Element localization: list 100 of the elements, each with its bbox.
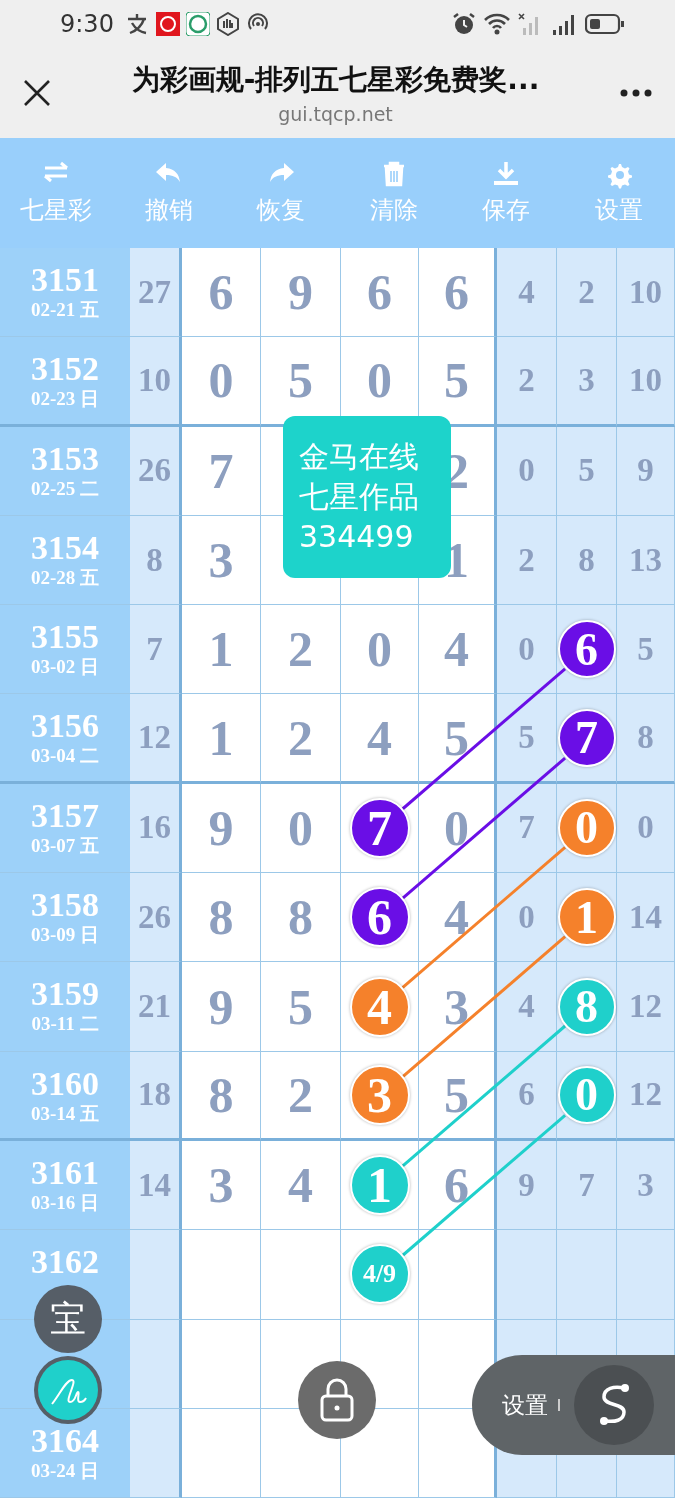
table-cell: 16 <box>130 783 182 874</box>
issue-number: 3160 <box>31 1066 99 1101</box>
table-cell: 8 <box>557 515 617 606</box>
issue-number: 3155 <box>31 620 99 655</box>
table-cell: 8 <box>182 1051 261 1141</box>
table-cell: 8 <box>617 694 675 784</box>
issue-number: 3161 <box>31 1155 99 1190</box>
table-cell: 6 <box>497 1051 557 1141</box>
table-cell: 4 <box>497 962 557 1052</box>
table-cell: 9 <box>497 1140 557 1231</box>
issue-date: 02-21 五 <box>30 298 100 322</box>
table-cell: 4 <box>261 1140 341 1231</box>
toolbar-button[interactable]: 设置 <box>562 156 675 230</box>
table-cell: 3 <box>182 515 261 606</box>
table-cell: 8 <box>261 873 341 963</box>
issue-date: 02-23 日 <box>30 387 100 412</box>
panel-label[interactable]: 设置 <box>502 1389 548 1421</box>
number-ball[interactable]: 6 <box>349 887 410 948</box>
issue-number: 3158 <box>31 888 99 923</box>
table-cell: 0 <box>182 337 261 427</box>
table-cell: 0 <box>261 783 341 874</box>
table-cell: 9 <box>617 426 675 516</box>
issue-number: 3157 <box>31 798 99 833</box>
table-cell: 12 <box>617 962 675 1052</box>
number-ball[interactable]: 1 <box>557 888 616 947</box>
table-cell: 21 <box>130 962 182 1052</box>
number-ball[interactable]: 7 <box>349 797 410 858</box>
issue-date: 03-11 二 <box>31 1012 99 1037</box>
number-ball[interactable]: 0 <box>557 798 616 857</box>
table-cell: 3 <box>182 1140 261 1231</box>
table-cell: 3 <box>617 1140 675 1231</box>
table-cell: 3 <box>557 337 617 427</box>
number-ball[interactable]: 3 <box>349 1064 410 1125</box>
table-cell: 10 <box>130 337 182 427</box>
issue-date: 02-25 二 <box>30 476 100 501</box>
table-cell: 4 <box>497 248 557 338</box>
table-cell: 2 <box>497 515 557 606</box>
table-cell: 18 <box>130 1051 182 1141</box>
issue-number: 3153 <box>31 441 99 476</box>
issue-number: 3162 <box>31 1245 99 1280</box>
issue-number: 3151 <box>31 263 99 297</box>
number-ball[interactable]: 4 <box>349 976 410 1037</box>
toolbar-button[interactable]: 恢复 <box>225 156 338 230</box>
number-ball[interactable]: 7 <box>557 708 616 767</box>
table-cell: 26 <box>130 873 182 963</box>
table-cell: 2 <box>497 337 557 427</box>
issue-date: 03-04 二 <box>30 744 100 769</box>
toolbar-button[interactable]: 撤销 <box>112 156 225 230</box>
issue-number: 3164 <box>31 1423 99 1458</box>
table-cell: 26 <box>130 426 182 516</box>
page-url: gui.tqcp.net <box>278 103 393 125</box>
table-cell: 9 <box>182 783 261 874</box>
table-cell: 2 <box>261 605 341 695</box>
status-time: 9:30 <box>60 10 114 38</box>
page-title: 为彩画规-排列五七星彩免费奖... <box>131 62 540 98</box>
promo-text: 334499 <box>299 518 415 556</box>
table-cell: 2 <box>557 248 617 338</box>
table-cell: 7 <box>130 605 182 695</box>
issue-number: 3152 <box>31 352 99 387</box>
issue-date: 03-07 五 <box>30 833 100 858</box>
issue-date: 03-14 五 <box>30 1101 100 1126</box>
table-cell: 27 <box>130 248 182 338</box>
table-cell: 12 <box>617 1051 675 1141</box>
issue-date: 03-09 日 <box>30 923 100 948</box>
table-cell: 0 <box>497 426 557 516</box>
issue-number: 3156 <box>31 709 99 744</box>
table-cell: 2 <box>261 694 341 784</box>
table-cell: 9 <box>261 248 341 338</box>
promo-text: 金马在线 <box>299 438 420 476</box>
table-cell: 12 <box>130 694 182 784</box>
issue-date: 03-02 日 <box>30 655 100 680</box>
table-cell: 14 <box>617 873 675 963</box>
toolbar-button[interactable]: 七星彩 <box>0 156 113 230</box>
table-cell: 0 <box>341 605 419 695</box>
table-cell: 8 <box>182 873 261 963</box>
table-cell: 7 <box>497 783 557 874</box>
number-ball[interactable]: 6 <box>557 620 616 679</box>
table-cell: 5 <box>617 605 675 695</box>
table-cell: 5 <box>261 962 341 1052</box>
issue-number: 3154 <box>31 530 99 565</box>
number-ball[interactable]: 1 <box>349 1155 410 1216</box>
table-cell: 2 <box>261 1051 341 1141</box>
table-cell: 6 <box>341 248 419 338</box>
issue-date: 03-16 日 <box>30 1190 100 1215</box>
table-cell: 4 <box>341 694 419 784</box>
table-cell: 13 <box>617 515 675 606</box>
table-cell: 10 <box>617 337 675 427</box>
number-ball[interactable]: 4/9 <box>349 1244 410 1305</box>
table-cell: 7 <box>182 426 261 516</box>
table-cell: 10 <box>617 248 675 338</box>
table-cell: 0 <box>617 783 675 874</box>
number-ball[interactable]: 0 <box>557 1065 616 1124</box>
number-ball[interactable]: 8 <box>557 977 616 1036</box>
toolbar-button[interactable]: 清除 <box>337 156 450 230</box>
table-cell: 9 <box>182 962 261 1052</box>
toolbar-button[interactable]: 保存 <box>450 156 563 230</box>
table-cell: 1 <box>182 605 261 695</box>
issue-date: 02-28 五 <box>30 565 100 590</box>
promo-text: 七星作品 <box>299 478 420 516</box>
issue-number: 3159 <box>31 977 99 1012</box>
